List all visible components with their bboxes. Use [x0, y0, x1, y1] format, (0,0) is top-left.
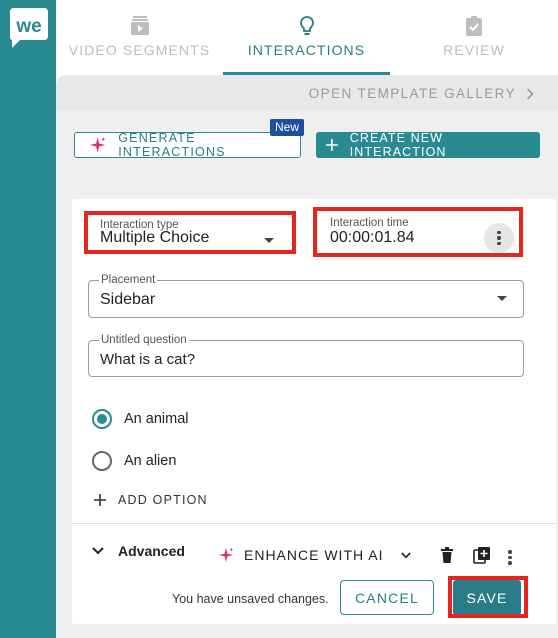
question-input[interactable]: Untitled question What is a cat? [88, 334, 524, 377]
tab-label: INTERACTIONS [247, 42, 366, 58]
highlight-interaction-time [313, 207, 523, 257]
section-divider [72, 523, 556, 524]
create-new-interaction-button[interactable]: CREATE NEW INTERACTION [316, 131, 540, 159]
option-label: An animal [124, 411, 189, 427]
clipboard-check-icon [466, 16, 482, 36]
question-value: What is a cat? [100, 351, 196, 368]
placement-label: Placement [99, 274, 158, 287]
we-logo[interactable]: we [6, 6, 50, 50]
svg-text:we: we [15, 16, 41, 37]
gallery-link-label: OPEN TEMPLATE GALLERY [308, 86, 516, 101]
enhance-with-ai-button[interactable]: ENHANCE WITH AI [218, 547, 412, 563]
plus-icon [326, 139, 338, 151]
tab-label: REVIEW [443, 42, 505, 58]
add-option-button[interactable]: ADD OPTION [94, 493, 208, 507]
new-badge: New [270, 119, 305, 136]
more-options-icon[interactable] [508, 550, 512, 565]
video-segments-icon [130, 16, 149, 35]
template-gallery-bar: OPEN TEMPLATE GALLERY [56, 75, 558, 111]
option-row[interactable]: An alien [92, 451, 176, 471]
interactions-panel: GENERATE INTERACTIONS New CREATE NEW INT… [56, 111, 558, 638]
duplicate-icon[interactable] [473, 546, 491, 564]
placement-select[interactable]: Placement Sidebar [88, 274, 524, 318]
sparkle-icon [89, 137, 106, 153]
chevron-down-icon [401, 551, 412, 558]
tab-video-segments[interactable]: VIDEO SEGMENTS [56, 0, 223, 75]
tab-review[interactable]: REVIEW [390, 0, 558, 75]
trash-icon[interactable] [438, 546, 456, 564]
open-template-gallery-link[interactable]: OPEN TEMPLATE GALLERY [309, 86, 534, 101]
cancel-button[interactable]: CANCEL [340, 580, 434, 615]
dropdown-caret-icon [497, 296, 507, 301]
highlight-save [448, 576, 528, 618]
sparkle-icon [218, 547, 234, 563]
interaction-editor-card: Multiple Choice Interaction type Interac… [72, 199, 556, 624]
highlight-interaction-type [84, 211, 296, 254]
top-tab-bar: VIDEO SEGMENTS INTERACTIONS REVIEW [56, 0, 558, 75]
tab-interactions[interactable]: INTERACTIONS [223, 0, 390, 75]
add-option-label: ADD OPTION [118, 493, 208, 507]
radio-selected[interactable] [92, 409, 112, 429]
plus-icon [94, 494, 106, 506]
question-label: Untitled question [99, 334, 189, 347]
create-label: CREATE NEW INTERACTION [349, 131, 447, 159]
advanced-label: Advanced [118, 543, 185, 559]
advanced-toggle[interactable]: Advanced [92, 543, 185, 559]
chevron-down-icon [92, 547, 104, 555]
lightbulb-icon [299, 16, 314, 35]
enhance-label: ENHANCE WITH AI [244, 547, 384, 563]
option-row[interactable]: An animal [92, 409, 188, 429]
radio-unselected[interactable] [92, 451, 112, 471]
generate-interactions-button[interactable]: GENERATE INTERACTIONS [74, 131, 301, 159]
option-label: An alien [124, 453, 177, 469]
left-sidebar: we [0, 0, 56, 638]
unsaved-changes-text: You have unsaved changes. [172, 592, 329, 606]
chevron-right-icon [526, 87, 534, 100]
tab-label: VIDEO SEGMENTS [68, 42, 211, 58]
placement-value: Sidebar [100, 291, 156, 308]
